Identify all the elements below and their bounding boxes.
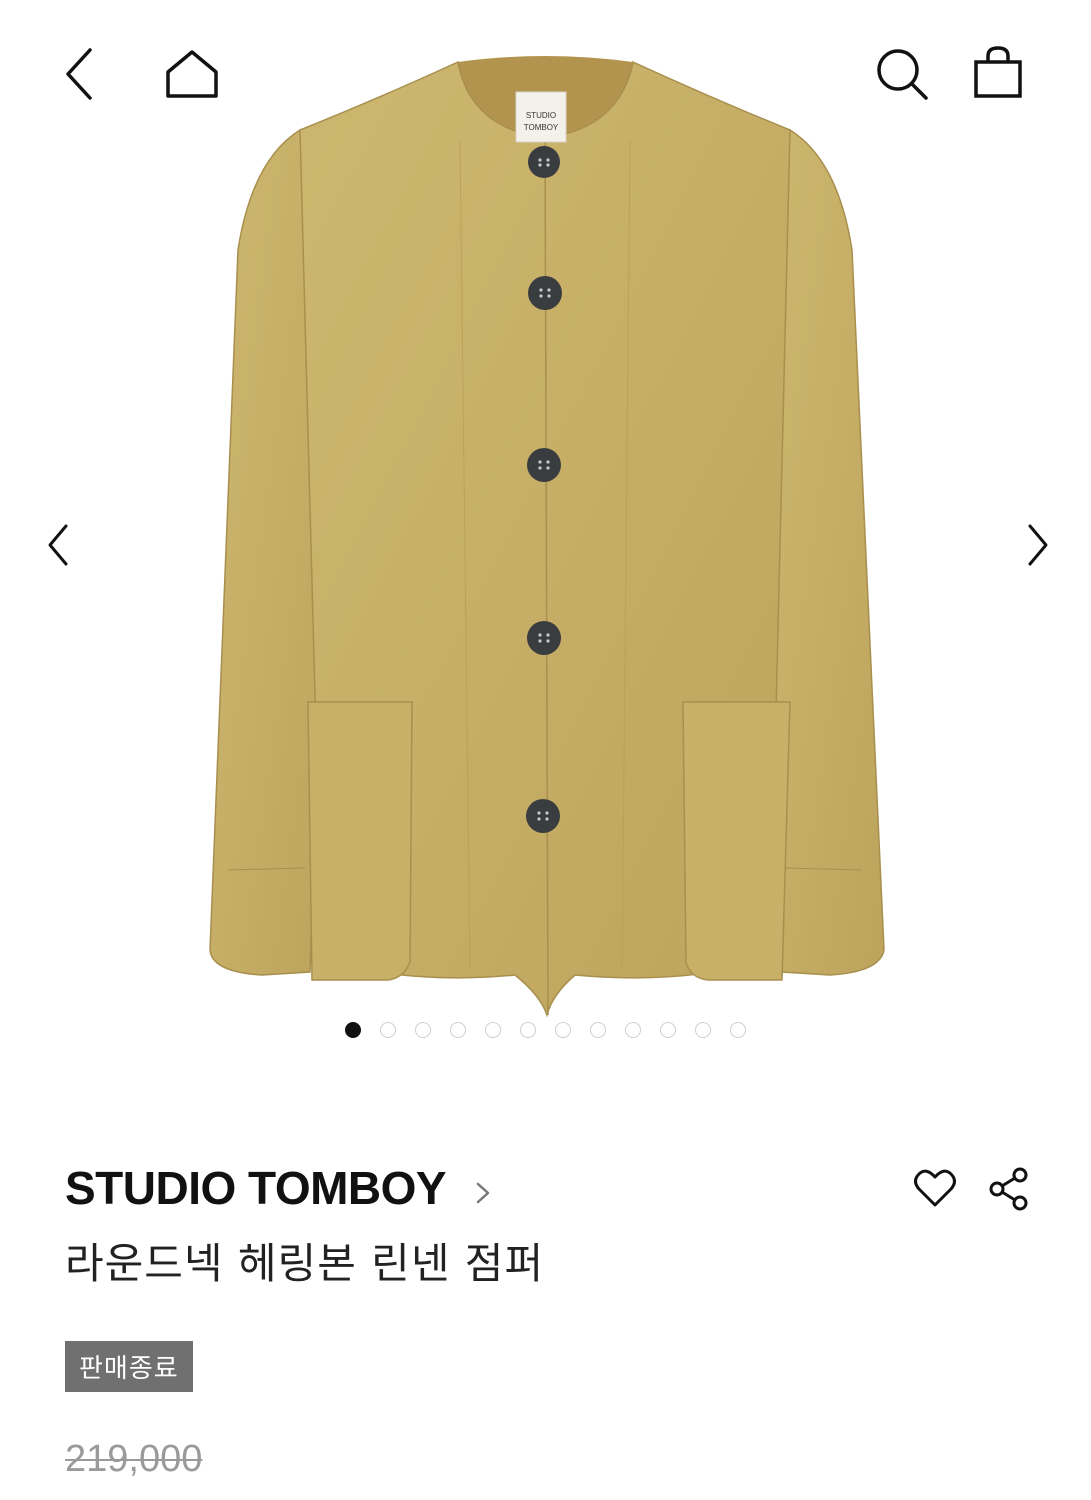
slide-dot[interactable] [730,1022,746,1038]
slide-dot[interactable] [660,1022,676,1038]
slide-dot[interactable] [555,1022,571,1038]
next-slide-button[interactable] [1022,522,1052,572]
slide-dot[interactable] [520,1022,536,1038]
product-name: 라운드넥 헤링본 린넨 점퍼 [65,1239,545,1288]
slide-pagination [0,1022,1091,1042]
home-button[interactable] [164,48,220,104]
chevron-right-icon [1028,524,1048,566]
slide-dot[interactable] [415,1022,431,1038]
home-icon [166,50,218,98]
chevron-left-icon [66,48,92,100]
svg-text:TOMBOY: TOMBOY [524,123,559,132]
back-button[interactable] [58,46,102,106]
slide-dot[interactable] [590,1022,606,1038]
wishlist-button[interactable] [913,1168,957,1212]
slide-dot[interactable] [625,1022,641,1038]
slide-dot[interactable] [695,1022,711,1038]
share-button[interactable] [987,1166,1031,1216]
heart-icon [914,1169,956,1207]
product-photo-jacket: STUDIO TOMBOY [209,56,885,1018]
cart-button[interactable] [972,44,1024,104]
shopping-bag-icon [974,46,1022,98]
status-badge: 판매종료 [65,1341,193,1392]
chevron-left-icon [48,524,68,566]
slide-dot[interactable] [380,1022,396,1038]
slide-dot[interactable] [345,1022,361,1038]
original-price: 219,000 [65,1438,203,1480]
search-button[interactable] [874,46,930,106]
svg-text:STUDIO: STUDIO [526,111,556,120]
product-image-gallery[interactable]: STUDIO TOMBOY [0,0,1091,1060]
slide-dot[interactable] [485,1022,501,1038]
brand-name[interactable]: STUDIO TOMBOY [65,1161,447,1215]
search-icon [877,49,928,100]
share-icon [989,1167,1028,1211]
brand-chevron-right-icon [474,1180,492,1210]
prev-slide-button[interactable] [44,522,74,572]
slide-dot[interactable] [450,1022,466,1038]
brand-link[interactable]: STUDIO TOMBOY [65,1160,492,1216]
